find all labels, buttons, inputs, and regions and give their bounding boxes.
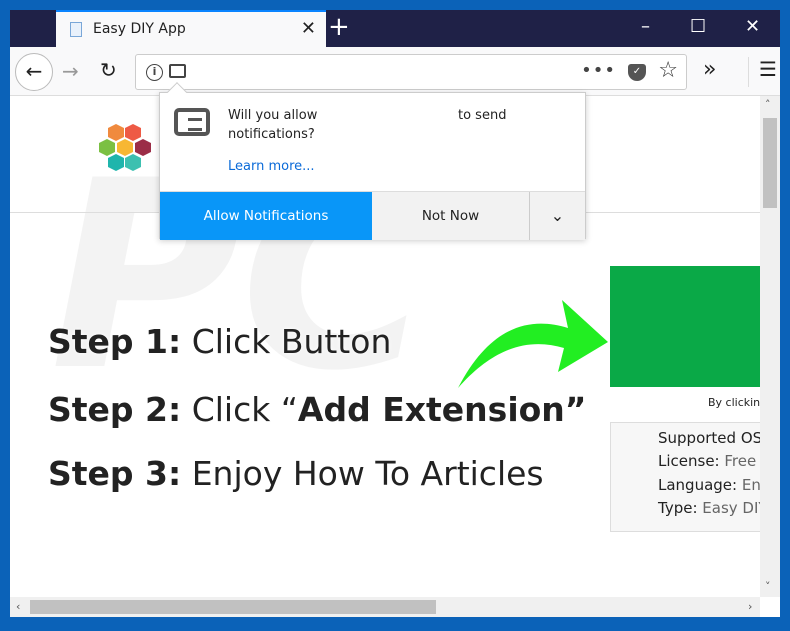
popup-message-start: Will you allow <box>228 108 318 123</box>
scroll-left-icon[interactable]: ‹ <box>16 600 20 613</box>
nav-toolbar: ← → ↻ i ••• ✓ ☆ » ☰ <box>10 47 780 96</box>
tab-title: Easy DIY App <box>93 21 186 37</box>
learn-more-link[interactable]: Learn more... <box>228 159 315 174</box>
page-icon <box>70 22 82 37</box>
vertical-scroll-thumb[interactable] <box>763 118 777 208</box>
step-1: Step 1: Click Button <box>48 322 391 361</box>
step-1-label: Step 1: <box>48 322 182 361</box>
forward-button[interactable]: → <box>62 59 79 83</box>
url-bar[interactable]: i ••• ✓ ☆ <box>135 54 687 90</box>
vertical-scrollbar[interactable]: ˄ ˅ <box>760 96 780 597</box>
info-os: Supported OS <box>658 429 760 447</box>
tab-easy-diy-app[interactable]: Easy DIY App ✕ <box>56 10 326 47</box>
step-3-text: Enjoy How To Articles <box>181 454 544 493</box>
message-bubble-icon <box>174 108 210 136</box>
notification-permission-popup: Will you allow to send notifications? Le… <box>159 82 586 240</box>
green-arrow-icon <box>458 300 608 388</box>
horizontal-scrollbar[interactable]: ‹ › <box>10 597 760 617</box>
not-now-button[interactable]: Not Now <box>372 192 530 240</box>
popup-message-middle: to send <box>458 108 507 123</box>
popup-message-end: notifications? <box>228 127 315 142</box>
add-extension-button[interactable] <box>610 266 760 387</box>
minimize-button[interactable]: – <box>641 16 650 37</box>
scroll-up-icon[interactable]: ˄ <box>765 98 771 111</box>
allow-notifications-button[interactable]: Allow Notifications <box>160 192 372 240</box>
disclaimer-text: By clicking <box>708 396 760 409</box>
scroll-right-icon[interactable]: › <box>748 600 752 613</box>
page-actions-button[interactable]: ••• <box>581 60 616 81</box>
browser-window: Easy DIY App ✕ + – ☐ ✕ ← → ↻ i ••• ✓ ☆ »… <box>10 10 780 617</box>
reload-button[interactable]: ↻ <box>100 58 117 82</box>
step-3: Step 3: Enjoy How To Articles <box>48 454 544 493</box>
overflow-button[interactable]: » <box>703 57 716 82</box>
back-button[interactable]: ← <box>15 53 53 91</box>
info-language: Language: Eng <box>658 476 760 494</box>
info-license: License: Free <box>658 452 757 470</box>
info-icon[interactable]: i <box>146 64 163 81</box>
maximize-button[interactable]: ☐ <box>690 16 706 37</box>
close-window-button[interactable]: ✕ <box>745 16 760 37</box>
notification-icon[interactable] <box>169 64 186 78</box>
bookmark-star-icon[interactable]: ☆ <box>658 58 678 83</box>
step-1-text: Click Button <box>181 322 392 361</box>
info-type: Type: Easy DIY <box>658 499 760 517</box>
step-2-label: Step 2: <box>48 390 182 429</box>
pocket-icon[interactable]: ✓ <box>628 64 646 81</box>
horizontal-scroll-thumb[interactable] <box>30 600 436 614</box>
tab-bar: Easy DIY App ✕ + – ☐ ✕ <box>10 10 780 47</box>
step-2-text: Click “ <box>181 390 298 429</box>
tab-close-button[interactable]: ✕ <box>301 18 316 39</box>
menu-button[interactable]: ☰ <box>748 57 777 87</box>
logo-icon <box>99 124 151 171</box>
new-tab-button[interactable]: + <box>328 12 350 42</box>
app-info-box: Supported OS License: Free Language: Eng… <box>610 422 760 532</box>
chevron-down-icon[interactable]: ⌄ <box>530 192 585 240</box>
step-3-label: Step 3: <box>48 454 182 493</box>
scroll-down-icon[interactable]: ˅ <box>765 580 771 593</box>
popup-buttons: Allow Notifications Not Now ⌄ <box>160 191 585 240</box>
